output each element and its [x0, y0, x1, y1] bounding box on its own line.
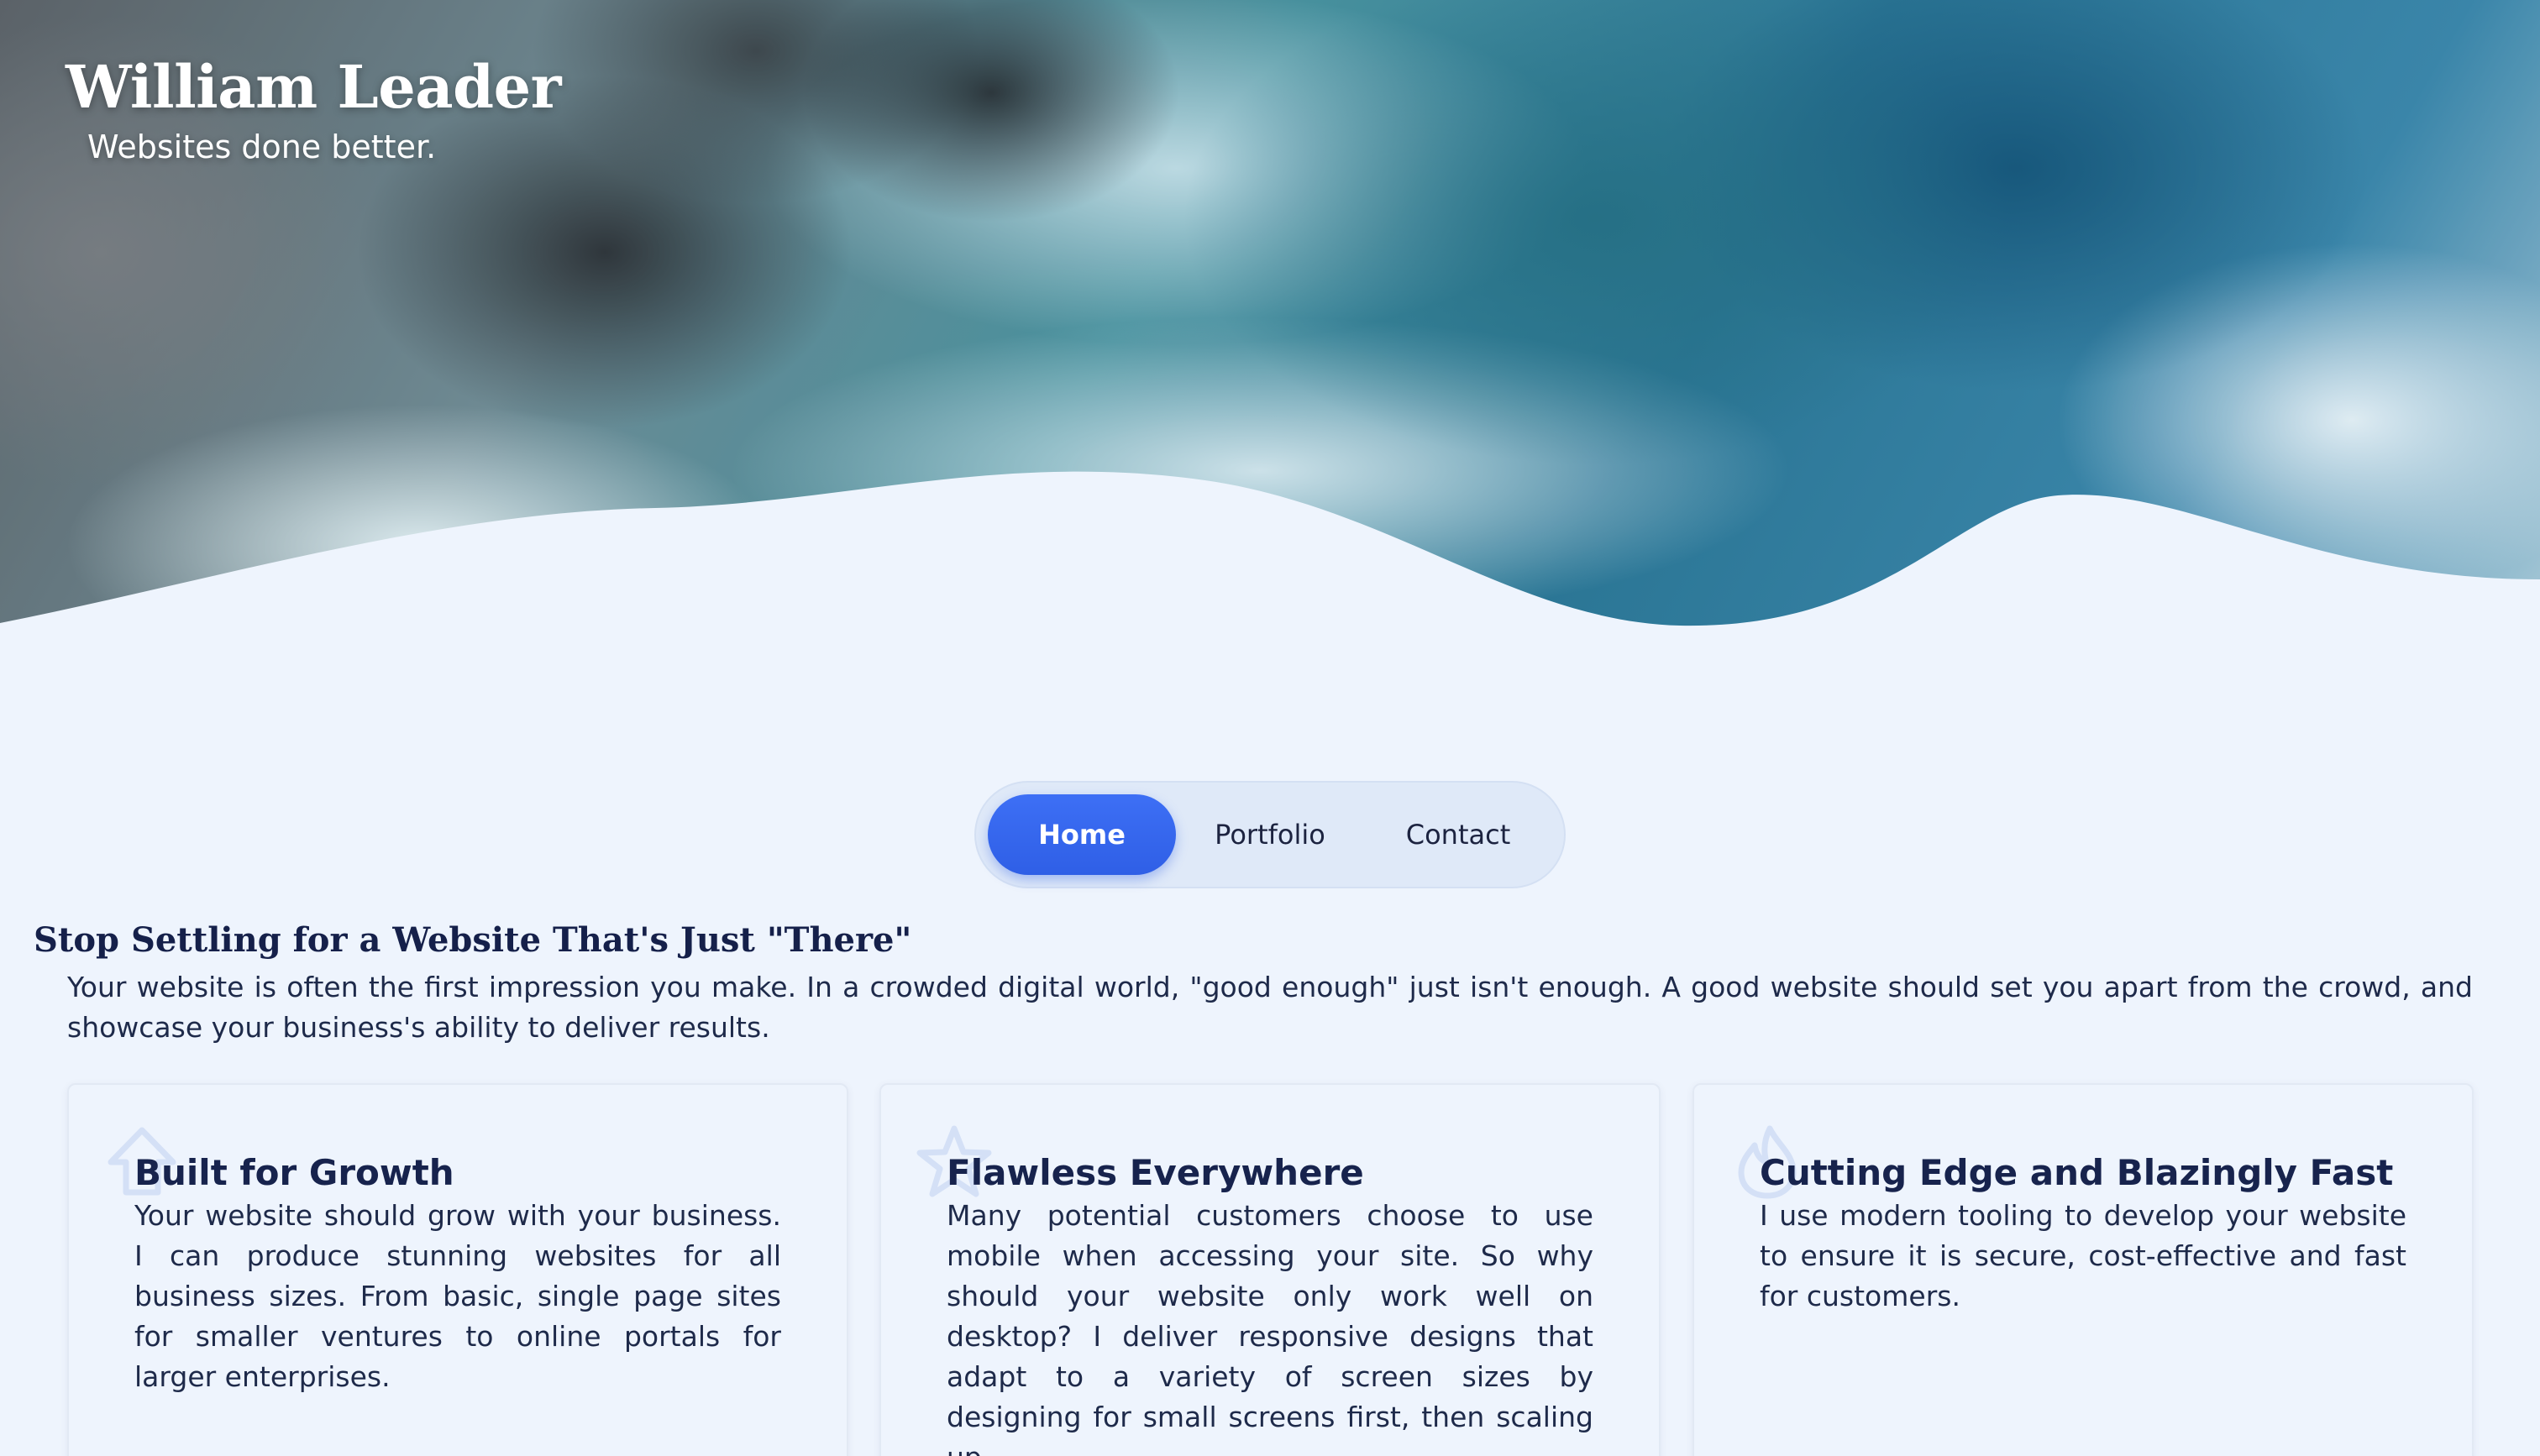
nav-item-contact[interactable]: Contact	[1364, 794, 1552, 875]
feature-card-growth: Built for Growth Your website should gro…	[67, 1083, 848, 1456]
intro-heading: Stop Settling for a Website That's Just …	[34, 920, 912, 960]
page: William Leader Websites done better. Hom…	[0, 0, 2540, 1456]
hero-banner: William Leader Websites done better.	[0, 0, 2540, 638]
nav-item-home[interactable]: Home	[988, 794, 1176, 875]
site-title[interactable]: William Leader	[66, 52, 562, 122]
card-title: Cutting Edge and Blazingly Fast	[1760, 1152, 2394, 1193]
site-tagline: Websites done better.	[87, 128, 437, 165]
card-text: Your website should grow with your busin…	[134, 1199, 781, 1393]
nav-item-portfolio[interactable]: Portfolio	[1176, 794, 1364, 875]
card-title: Flawless Everywhere	[947, 1152, 1364, 1193]
feature-card-flawless: Flawless Everywhere Many potential custo…	[879, 1083, 1661, 1456]
main-navigation: Home Portfolio Contact	[974, 781, 1566, 888]
intro-paragraph: Your website is often the first impressi…	[67, 971, 2473, 1044]
card-title: Built for Growth	[134, 1152, 454, 1193]
card-text: I use modern tooling to develop your web…	[1760, 1199, 2406, 1312]
feature-card-fast: Cutting Edge and Blazingly Fast I use mo…	[1692, 1083, 2474, 1456]
brand: William Leader Websites done better.	[66, 52, 562, 165]
card-text: Many potential customers choose to use m…	[947, 1199, 1593, 1456]
